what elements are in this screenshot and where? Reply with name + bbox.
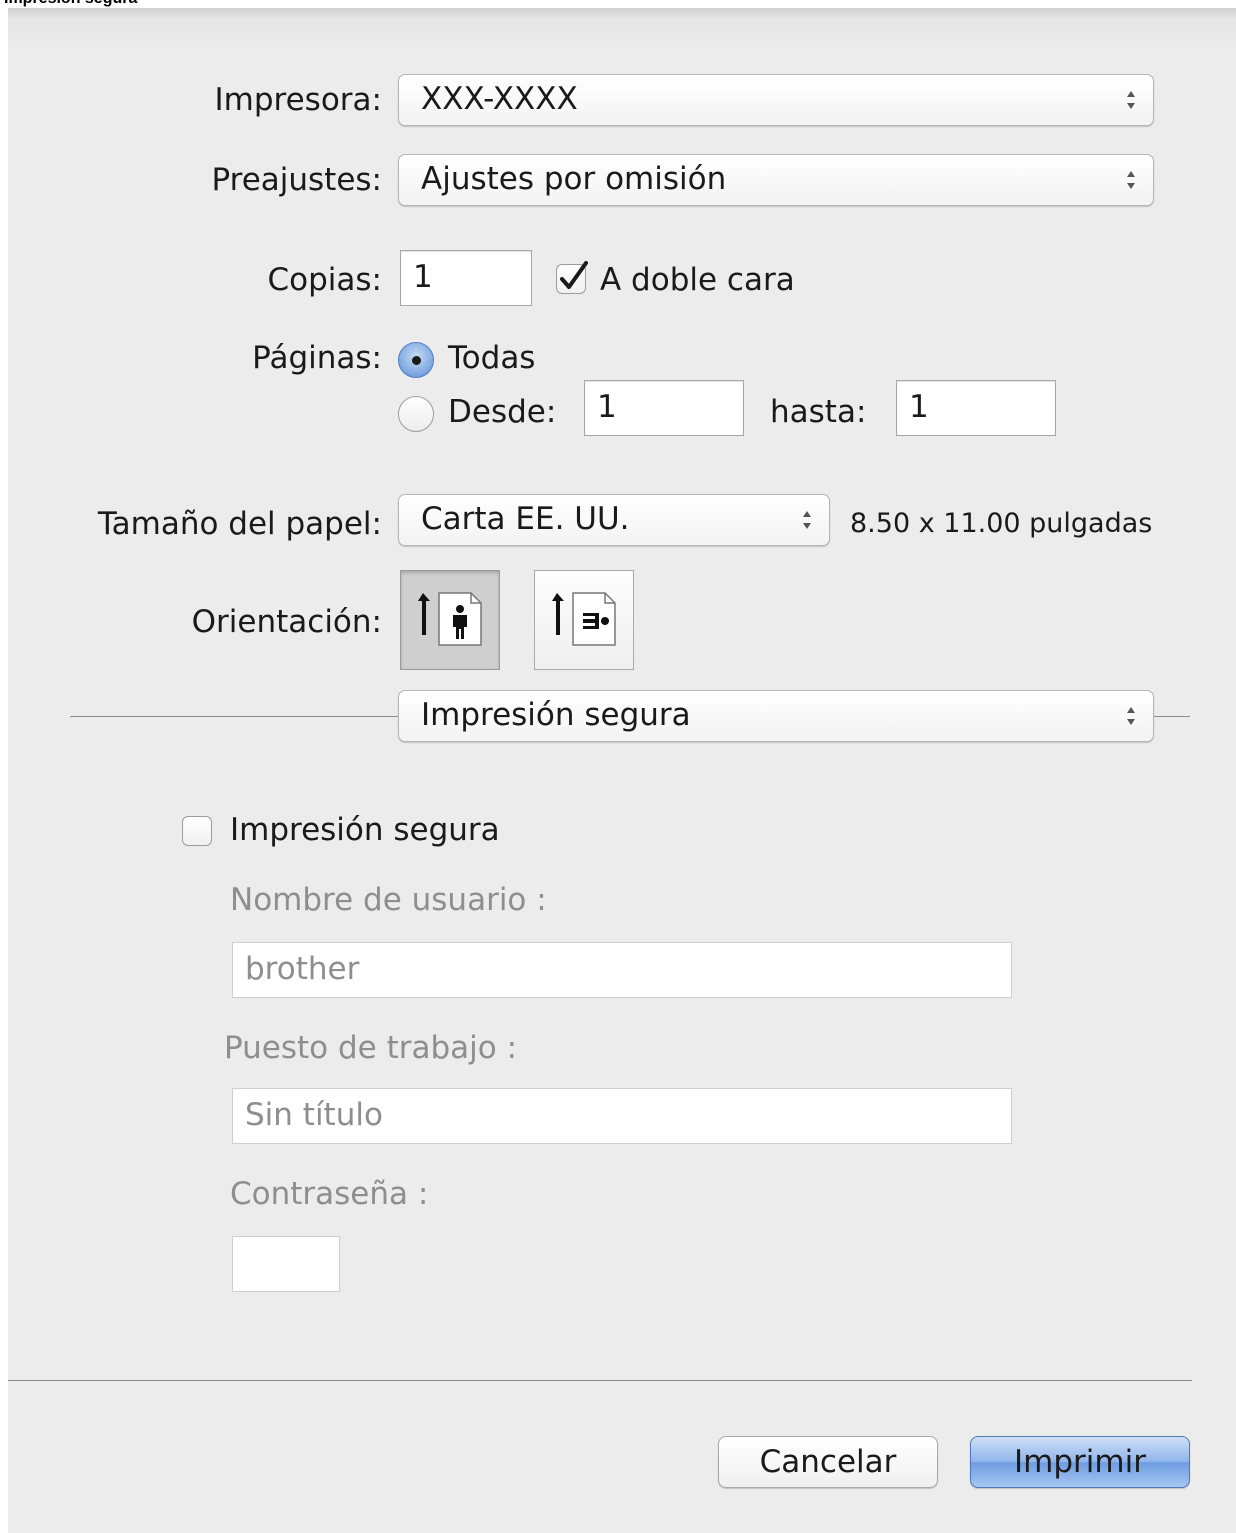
cancel-button[interactable]: Cancelar — [718, 1436, 938, 1488]
password-input[interactable] — [232, 1236, 340, 1292]
duplex-label[interactable]: A doble cara — [600, 262, 795, 298]
copies-value: 1 — [413, 259, 433, 295]
printer-label: Impresora: — [214, 82, 382, 118]
pages-label: Páginas: — [252, 340, 382, 376]
presets-select[interactable]: Ajustes por omisión — [398, 154, 1154, 206]
section-divider-right — [1154, 716, 1190, 717]
printer-value: XXX-XXXX — [421, 81, 578, 117]
radio-dot-icon — [412, 356, 421, 365]
username-input[interactable]: brother — [232, 942, 1012, 998]
landscape-icon — [552, 592, 616, 646]
secure-print-checkbox[interactable] — [182, 816, 212, 846]
presets-label: Preajustes: — [211, 162, 382, 198]
paper-size-select[interactable]: Carta EE. UU. — [398, 494, 830, 546]
username-value: brother — [245, 951, 360, 987]
orientation-label: Orientación: — [191, 604, 382, 640]
print-dialog: Impresora: XXX-XXXX Preajustes: Ajustes … — [8, 8, 1236, 1533]
section-divider-left — [70, 716, 400, 717]
paper-size-label: Tamaño del papel: — [97, 506, 382, 542]
updown-arrows-icon — [1127, 91, 1135, 109]
updown-arrows-icon — [1127, 707, 1135, 725]
job-value: Sin título — [245, 1097, 383, 1133]
copies-input[interactable]: 1 — [400, 250, 532, 306]
pages-from-value: 1 — [597, 389, 617, 425]
updown-arrows-icon — [803, 511, 811, 529]
printer-select[interactable]: XXX-XXXX — [398, 74, 1154, 126]
pages-all-label[interactable]: Todas — [448, 340, 535, 376]
copies-label: Copias: — [267, 262, 383, 298]
page-caption: Impresión segura — [4, 0, 137, 8]
updown-arrows-icon — [1127, 171, 1135, 189]
section-value: Impresión segura — [421, 697, 691, 733]
pages-to-label: hasta: — [770, 394, 867, 430]
pages-to-value: 1 — [909, 389, 929, 425]
orientation-landscape-button[interactable] — [534, 570, 634, 670]
orientation-portrait-button[interactable] — [400, 570, 500, 670]
pages-all-radio[interactable] — [398, 342, 434, 378]
password-label: Contraseña : — [230, 1176, 429, 1212]
secure-print-label[interactable]: Impresión segura — [230, 812, 500, 848]
username-label: Nombre de usuario : — [230, 882, 547, 918]
presets-value: Ajustes por omisión — [421, 161, 727, 197]
pages-from-label[interactable]: Desde: — [448, 394, 556, 430]
portrait-icon — [418, 592, 482, 646]
duplex-checkbox[interactable] — [556, 261, 588, 294]
pages-to-input[interactable]: 1 — [896, 380, 1056, 436]
paper-dimensions: 8.50 x 11.00 pulgadas — [850, 508, 1153, 539]
job-input[interactable]: Sin título — [232, 1088, 1012, 1144]
section-select[interactable]: Impresión segura — [398, 690, 1154, 742]
print-button[interactable]: Imprimir — [970, 1436, 1190, 1488]
paper-size-value: Carta EE. UU. — [421, 501, 630, 537]
pages-from-radio[interactable] — [398, 396, 434, 432]
pages-from-input[interactable]: 1 — [584, 380, 744, 436]
footer-divider — [8, 1380, 1192, 1381]
job-label: Puesto de trabajo : — [224, 1030, 518, 1066]
checkmark-icon — [560, 261, 588, 289]
